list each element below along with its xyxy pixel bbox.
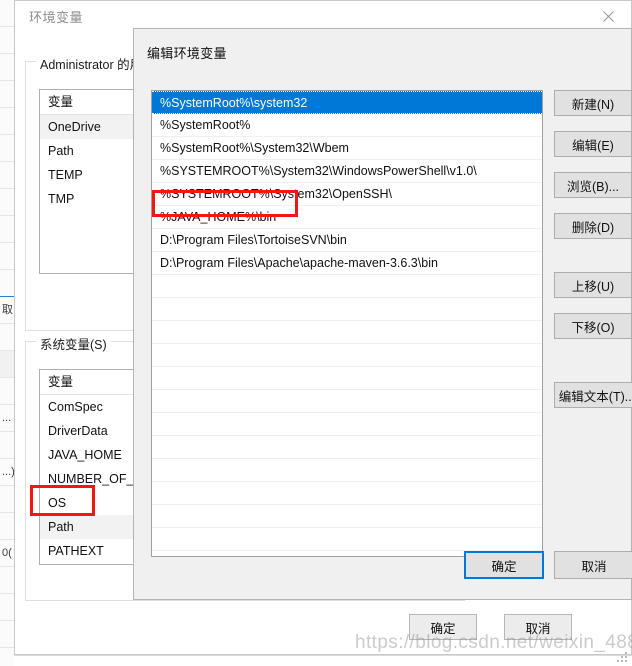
window-bottom-strip xyxy=(14,652,632,666)
new-button[interactable]: 新建(N) xyxy=(554,90,632,116)
background-fragment-text: ... xyxy=(2,412,12,424)
background-row: ...) xyxy=(0,459,14,486)
background-row xyxy=(0,486,14,513)
path-row-empty[interactable] xyxy=(152,505,542,528)
background-row xyxy=(0,648,14,666)
background-row xyxy=(0,135,14,162)
path-row-selected[interactable]: %SystemRoot%\system32 xyxy=(152,91,542,114)
move-down-button[interactable]: 下移(O) xyxy=(554,313,632,339)
dialog-title: 编辑环境变量 xyxy=(147,46,227,61)
background-window-sliver: 取 ... ...) 0( xyxy=(0,0,15,666)
background-fragment-text: ...) xyxy=(2,466,15,478)
background-row xyxy=(0,81,14,108)
outer-ok-button[interactable]: 确定 xyxy=(409,614,477,640)
path-row-empty[interactable] xyxy=(152,275,542,298)
background-row xyxy=(0,594,14,621)
background-row xyxy=(0,621,14,648)
path-row-empty[interactable] xyxy=(152,344,542,367)
path-row[interactable]: D:\Program Files\TortoiseSVN\bin xyxy=(152,229,542,252)
path-row-empty[interactable] xyxy=(152,528,542,551)
path-row-empty[interactable] xyxy=(152,482,542,505)
dialog-cancel-button[interactable]: 取消 xyxy=(554,551,632,579)
background-row xyxy=(0,54,14,81)
path-row-empty[interactable] xyxy=(152,321,542,344)
path-row-empty[interactable] xyxy=(152,298,542,321)
background-row xyxy=(0,243,14,270)
edit-button[interactable]: 编辑(E) xyxy=(554,131,632,157)
path-row-empty[interactable] xyxy=(152,367,542,390)
path-row[interactable]: %SYSTEMROOT%\System32\OpenSSH\ xyxy=(152,183,542,206)
background-row: 取 xyxy=(0,297,14,324)
background-row: ... xyxy=(0,405,14,432)
edit-text-button[interactable]: 编辑文本(T)... xyxy=(554,382,632,408)
window-title-bar: 环境变量 xyxy=(15,1,631,31)
path-row[interactable]: D:\Program Files\Apache\apache-maven-3.6… xyxy=(152,252,542,275)
background-row xyxy=(0,216,14,243)
background-row xyxy=(0,189,14,216)
path-list[interactable]: %SystemRoot%\system32 %SystemRoot% %Syst… xyxy=(151,90,543,557)
move-up-button[interactable]: 上移(U) xyxy=(554,272,632,298)
close-icon[interactable] xyxy=(585,1,631,31)
background-row xyxy=(0,162,14,189)
path-row-empty[interactable] xyxy=(152,390,542,413)
outer-cancel-button[interactable]: 取消 xyxy=(504,614,572,640)
background-row xyxy=(0,108,14,135)
resize-grip-icon[interactable] xyxy=(617,652,629,664)
path-row[interactable]: %SystemRoot% xyxy=(152,114,542,137)
background-row-focused xyxy=(0,270,14,297)
path-row-empty[interactable] xyxy=(152,459,542,482)
system-variables-legend: 系统变量(S) xyxy=(36,334,111,353)
background-row: 0( xyxy=(0,540,14,567)
screen-root: 取 ... ...) 0( 环境变量 Administrator 的用户变量(U… xyxy=(0,0,632,666)
path-row[interactable]: %SystemRoot%\System32\Wbem xyxy=(152,137,542,160)
background-row xyxy=(0,378,14,405)
window-title: 环境变量 xyxy=(29,9,84,25)
delete-button[interactable]: 删除(D) xyxy=(554,213,632,239)
background-row xyxy=(0,567,14,594)
background-row xyxy=(0,27,14,54)
dialog-title-bar: 编辑环境变量 xyxy=(134,29,631,69)
background-row xyxy=(0,351,14,378)
dialog-ok-button[interactable]: 确定 xyxy=(464,551,544,579)
path-row-empty[interactable] xyxy=(152,413,542,436)
edit-environment-variable-dialog: 编辑环境变量 %SystemRoot%\system32 %SystemRoot… xyxy=(133,28,632,600)
background-row xyxy=(0,432,14,459)
background-row xyxy=(0,324,14,351)
path-row-empty[interactable] xyxy=(152,436,542,459)
browse-button[interactable]: 浏览(B)... xyxy=(554,172,632,198)
path-row[interactable]: %SYSTEMROOT%\System32\WindowsPowerShell\… xyxy=(152,160,542,183)
background-fragment-text: 0( xyxy=(2,547,12,559)
background-fragment-text: 取 xyxy=(2,304,13,316)
background-row xyxy=(0,0,14,27)
background-row xyxy=(0,513,14,540)
path-row-java-home[interactable]: %JAVA_HOME%\bin xyxy=(152,206,542,229)
